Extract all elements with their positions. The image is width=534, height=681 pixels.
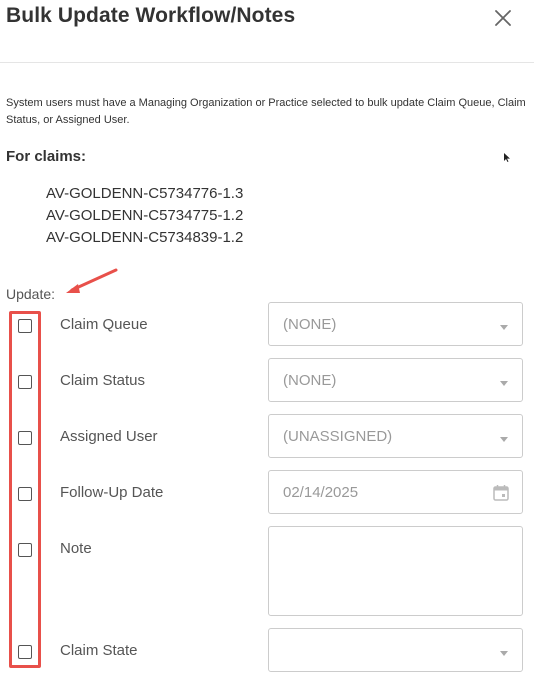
assigned-user-select[interactable]: (UNASSIGNED) — [268, 414, 523, 458]
follow-up-date-label: Follow-Up Date — [60, 484, 164, 501]
claim-queue-checkbox[interactable] — [18, 319, 32, 333]
claim-queue-label: Claim Queue — [60, 316, 148, 333]
permission-notice: System users must have a Managing Organi… — [6, 97, 526, 126]
note-textarea[interactable] — [268, 526, 523, 616]
mouse-cursor-icon — [504, 153, 510, 162]
note-label: Note — [60, 540, 92, 557]
assigned-user-value: (UNASSIGNED) — [283, 428, 393, 445]
claim-id: AV-GOLDENN-C5734839-1.2 — [46, 229, 244, 246]
claim-status-label: Claim Status — [60, 372, 146, 389]
chevron-down-icon — [500, 437, 508, 442]
claim-state-checkbox[interactable] — [18, 645, 32, 659]
claim-status-value: (NONE) — [283, 372, 337, 389]
claim-list: AV-GOLDENN-C5734776-1.3 AV-GOLDENN-C5734… — [46, 183, 243, 249]
chevron-down-icon — [500, 651, 508, 656]
follow-up-date-checkbox[interactable] — [18, 487, 32, 501]
claim-queue-select[interactable]: (NONE) — [268, 302, 523, 346]
claim-id: AV-GOLDENN-C5734775-1.2 — [46, 207, 244, 224]
assigned-user-label: Assigned User — [60, 428, 158, 445]
follow-up-date-value: 02/14/2025 — [283, 484, 359, 501]
note-checkbox[interactable] — [18, 543, 32, 557]
calendar-icon[interactable] — [492, 484, 510, 502]
for-claims-heading: For claims: — [6, 148, 87, 165]
close-button[interactable] — [491, 6, 515, 30]
close-icon — [495, 10, 511, 26]
claim-id: AV-GOLDENN-C5734776-1.3 — [46, 185, 244, 202]
claim-state-label: Claim State — [60, 642, 138, 659]
assigned-user-checkbox[interactable] — [18, 431, 32, 445]
follow-up-date-input[interactable]: 02/14/2025 — [268, 470, 523, 514]
chevron-down-icon — [500, 381, 508, 386]
arrow-icon — [66, 268, 118, 293]
dialog-title: Bulk Update Workflow/Notes — [6, 4, 296, 27]
claim-queue-value: (NONE) — [283, 316, 337, 333]
update-label: Update: — [6, 286, 56, 302]
claim-status-checkbox[interactable] — [18, 375, 32, 389]
claim-status-select[interactable]: (NONE) — [268, 358, 523, 402]
chevron-down-icon — [500, 325, 508, 330]
header-divider — [0, 62, 534, 63]
claim-state-select[interactable] — [268, 628, 523, 672]
